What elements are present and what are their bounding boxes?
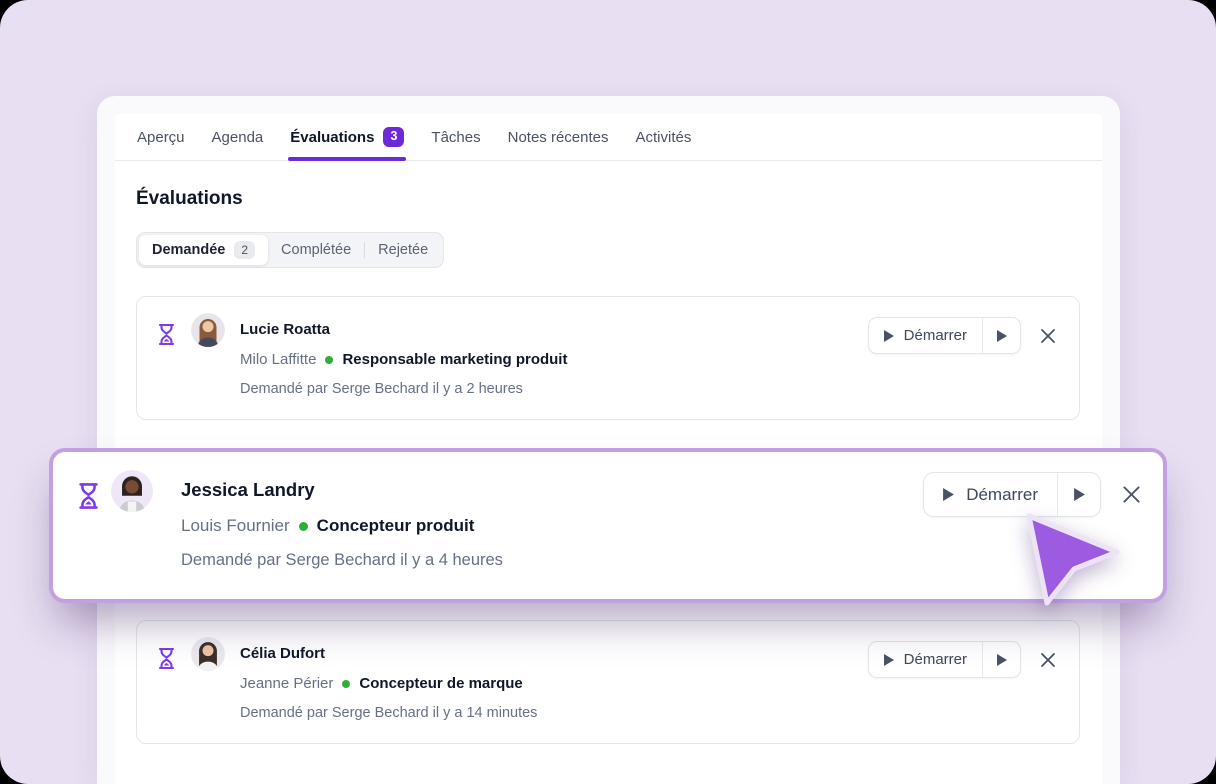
employee-name: Jessica Landry: [181, 479, 503, 501]
manager-name: Milo Laffitte: [240, 351, 316, 368]
tab-label: Évaluations: [290, 129, 374, 146]
tab-count-badge: 3: [383, 127, 404, 147]
close-icon: [1040, 652, 1056, 668]
play-icon: [884, 330, 894, 342]
filter-demandee[interactable]: Demandée 2: [139, 235, 268, 265]
evaluation-card-jessica-landry-highlighted: Jessica Landry Louis Fournier Concepteur…: [49, 448, 1167, 603]
dismiss-button[interactable]: [1037, 649, 1059, 671]
app-background: Aperçu Agenda Évaluations 3 Tâches Notes…: [0, 0, 1216, 784]
start-button-label: Démarrer: [966, 485, 1038, 505]
active-tab-underline: [288, 157, 406, 161]
start-button-label: Démarrer: [904, 651, 967, 668]
main-panel: Aperçu Agenda Évaluations 3 Tâches Notes…: [97, 96, 1120, 784]
tab-taches[interactable]: Tâches: [431, 114, 480, 160]
card-actions: Démarrer: [868, 641, 1059, 678]
close-icon: [1122, 485, 1141, 504]
start-button-label: Démarrer: [904, 327, 967, 344]
play-icon: [884, 654, 894, 666]
status-dot: [299, 522, 308, 531]
tab-label: Agenda: [212, 129, 264, 146]
tab-label: Aperçu: [137, 129, 185, 146]
tab-notes-recentes[interactable]: Notes récentes: [508, 114, 609, 160]
cursor-pointer-icon: [1012, 503, 1132, 623]
hourglass-icon: [158, 647, 175, 743]
start-options-button[interactable]: [983, 318, 1020, 353]
close-icon: [1040, 328, 1056, 344]
play-icon: [943, 488, 954, 501]
play-icon: [1074, 488, 1085, 501]
status-filter-group: Demandée 2 Complétée Rejetée: [136, 232, 444, 268]
requested-by-text: Demandé par Serge Bechard il y a 2 heure…: [240, 381, 567, 397]
status-dot: [325, 356, 333, 364]
avatar: [191, 313, 225, 347]
manager-role-row: Jeanne Périer Concepteur de marque: [240, 675, 537, 692]
tab-evaluations[interactable]: Évaluations 3: [290, 114, 404, 160]
play-icon: [997, 330, 1007, 342]
tab-bar: Aperçu Agenda Évaluations 3 Tâches Notes…: [115, 114, 1102, 161]
play-icon: [997, 654, 1007, 666]
role-title: Concepteur de marque: [359, 675, 522, 692]
status-dot: [342, 680, 350, 688]
manager-name: Louis Fournier: [181, 516, 290, 536]
employee-name: Célia Dufort: [240, 645, 537, 662]
start-button[interactable]: Démarrer: [869, 642, 982, 677]
evaluation-card-lucie-roatta: Lucie Roatta Milo Laffitte Responsable m…: [136, 296, 1080, 420]
filter-rejetee[interactable]: Rejetée: [365, 235, 441, 265]
filter-count-badge: 2: [234, 241, 255, 259]
hourglass-icon: [78, 482, 99, 599]
requested-by-text: Demandé par Serge Bechard il y a 14 minu…: [240, 705, 537, 721]
filter-label: Complétée: [281, 242, 351, 258]
tab-agenda[interactable]: Agenda: [212, 114, 264, 160]
evaluation-card-celia-dufort: Célia Dufort Jeanne Périer Concepteur de…: [136, 620, 1080, 744]
avatar: [191, 637, 225, 671]
tab-apercu[interactable]: Aperçu: [137, 114, 185, 160]
filter-label: Demandée: [152, 242, 225, 258]
dismiss-button[interactable]: [1037, 325, 1059, 347]
card-actions: Démarrer: [868, 317, 1059, 354]
tab-label: Tâches: [431, 129, 480, 146]
hourglass-icon: [158, 323, 175, 419]
tab-label: Activités: [636, 129, 692, 146]
role-title: Concepteur produit: [317, 516, 475, 536]
tab-activites[interactable]: Activités: [636, 114, 692, 160]
page-title: Évaluations: [136, 188, 1102, 210]
evaluation-info: Célia Dufort Jeanne Périer Concepteur de…: [240, 637, 537, 743]
evaluation-info: Jessica Landry Louis Fournier Concepteur…: [181, 470, 503, 599]
filter-completee[interactable]: Complétée: [268, 235, 364, 265]
filter-label: Rejetée: [378, 242, 428, 258]
role-title: Responsable marketing produit: [342, 351, 567, 368]
manager-role-row: Louis Fournier Concepteur produit: [181, 516, 503, 536]
start-button[interactable]: Démarrer: [869, 318, 982, 353]
avatar: [111, 470, 153, 512]
manager-role-row: Milo Laffitte Responsable marketing prod…: [240, 351, 567, 368]
employee-name: Lucie Roatta: [240, 321, 567, 338]
start-split-button: Démarrer: [868, 641, 1021, 678]
start-options-button[interactable]: [983, 642, 1020, 677]
tab-label: Notes récentes: [508, 129, 609, 146]
requested-by-text: Demandé par Serge Bechard il y a 4 heure…: [181, 551, 503, 570]
manager-name: Jeanne Périer: [240, 675, 333, 692]
evaluation-info: Lucie Roatta Milo Laffitte Responsable m…: [240, 313, 567, 419]
start-split-button: Démarrer: [868, 317, 1021, 354]
